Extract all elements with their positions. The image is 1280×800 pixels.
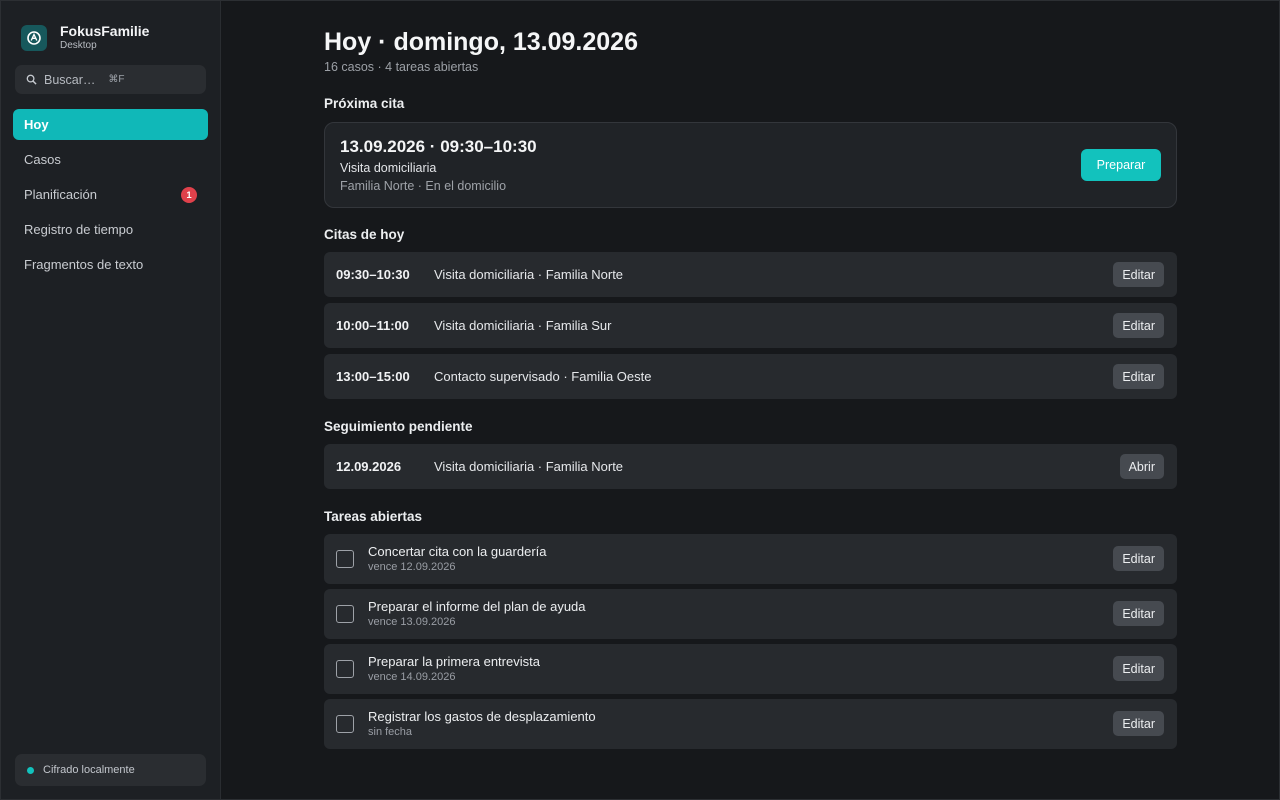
task-row[interactable]: Concertar cita con la guardería vence 12…	[324, 534, 1177, 584]
sidebar-item-label: Registro de tiempo	[24, 222, 134, 237]
task-row[interactable]: Preparar la primera entrevista vence 14.…	[324, 644, 1177, 694]
appointment-row[interactable]: 10:00–11:00 Visita domiciliaria · Famili…	[324, 303, 1177, 348]
sidebar-nav: Hoy Casos Planificación 1 Registro de ti…	[13, 109, 208, 284]
row-description: Contacto supervisado · Familia Oeste	[434, 369, 652, 384]
prepare-button[interactable]: Preparar	[1081, 149, 1161, 181]
edit-button[interactable]: Editar	[1113, 262, 1164, 287]
app-window: FokusFamilie Desktop Buscar… ⌘F Hoy Caso…	[0, 0, 1280, 800]
page-subtitle: 16 casos · 4 tareas abiertas	[324, 60, 479, 74]
search-shortcut: ⌘F	[108, 74, 125, 85]
task-title: Concertar cita con la guardería	[368, 544, 547, 559]
app-subtitle: Desktop	[60, 40, 97, 51]
sidebar-item-label: Fragmentos de texto	[24, 257, 144, 272]
page-title: Hoy · domingo, 13.09.2026	[324, 28, 638, 56]
notification-badge: 1	[181, 187, 197, 203]
encryption-label: Cifrado localmente	[43, 764, 135, 776]
task-title: Registrar los gastos de desplazamiento	[368, 709, 596, 724]
task-checkbox[interactable]	[336, 715, 354, 733]
appointment-time: 13.09.2026 · 09:30–10:30	[340, 137, 537, 156]
row-time: 13:00–15:00	[336, 369, 410, 384]
task-title: Preparar la primera entrevista	[368, 654, 540, 669]
edit-button[interactable]: Editar	[1113, 601, 1164, 626]
app-logo-icon	[21, 24, 47, 51]
task-checkbox[interactable]	[336, 605, 354, 623]
section-title-tasks: Tareas abiertas	[324, 509, 423, 524]
section-title-today: Citas de hoy	[324, 227, 405, 242]
sidebar-item-planificacion[interactable]: Planificación 1	[13, 179, 208, 210]
section-title-next-appointment: Próxima cita	[324, 96, 405, 111]
sidebar: FokusFamilie Desktop Buscar… ⌘F Hoy Caso…	[1, 1, 221, 799]
row-description: Visita domiciliaria · Familia Norte	[434, 459, 624, 474]
search-placeholder: Buscar…	[44, 72, 96, 87]
task-due-date: vence 12.09.2026	[368, 561, 456, 573]
task-row[interactable]: Preparar el informe del plan de ayuda ve…	[324, 589, 1177, 639]
row-description: Visita domiciliaria · Familia Sur	[434, 318, 612, 333]
app-name: FokusFamilie	[60, 23, 150, 39]
edit-button[interactable]: Editar	[1113, 656, 1164, 681]
appointment-row[interactable]: 09:30–10:30 Visita domiciliaria · Famili…	[324, 252, 1177, 297]
main-content: Hoy · domingo, 13.09.2026 16 casos · 4 t…	[221, 1, 1279, 799]
edit-button[interactable]: Editar	[1113, 313, 1164, 338]
row-time: 10:00–11:00	[336, 318, 410, 333]
task-due-date: sin fecha	[368, 726, 413, 738]
task-due-date: vence 14.09.2026	[368, 671, 456, 683]
brand: FokusFamilie Desktop	[21, 23, 149, 52]
appointment-type: Visita domiciliaria	[340, 161, 437, 175]
next-appointment-card: 13.09.2026 · 09:30–10:30 Visita domicili…	[324, 122, 1177, 208]
section-title-followup: Seguimiento pendiente	[324, 419, 473, 434]
edit-button[interactable]: Editar	[1113, 711, 1164, 736]
status-dot-icon	[27, 766, 34, 774]
sidebar-item-label: Casos	[24, 152, 61, 167]
edit-button[interactable]: Editar	[1113, 546, 1164, 571]
appointment-row[interactable]: 13:00–15:00 Contacto supervisado · Famil…	[324, 354, 1177, 399]
sidebar-item-label: Hoy	[24, 117, 49, 132]
sidebar-item-fragmentos-de-texto[interactable]: Fragmentos de texto	[13, 249, 208, 280]
task-checkbox[interactable]	[336, 660, 354, 678]
search-icon	[26, 74, 37, 85]
sidebar-item-label: Planificación	[24, 187, 97, 202]
task-due-date: vence 13.09.2026	[368, 616, 456, 628]
followup-row[interactable]: 12.09.2026 Visita domiciliaria · Familia…	[324, 444, 1177, 489]
row-description: Visita domiciliaria · Familia Norte	[434, 267, 624, 282]
encryption-status: Cifrado localmente	[15, 754, 206, 786]
row-time: 09:30–10:30	[336, 267, 410, 282]
task-row[interactable]: Registrar los gastos de desplazamiento s…	[324, 699, 1177, 749]
search-input[interactable]: Buscar… ⌘F	[15, 65, 206, 94]
sidebar-item-casos[interactable]: Casos	[13, 144, 208, 175]
edit-button[interactable]: Editar	[1113, 364, 1164, 389]
open-button[interactable]: Abrir	[1119, 454, 1164, 479]
appointment-location: Familia Norte · En el domicilio	[340, 179, 507, 193]
sidebar-item-hoy[interactable]: Hoy	[13, 109, 208, 140]
task-checkbox[interactable]	[336, 550, 354, 568]
row-date: 12.09.2026	[336, 459, 402, 474]
task-title: Preparar el informe del plan de ayuda	[368, 599, 586, 614]
sidebar-item-registro-de-tiempo[interactable]: Registro de tiempo	[13, 214, 208, 245]
